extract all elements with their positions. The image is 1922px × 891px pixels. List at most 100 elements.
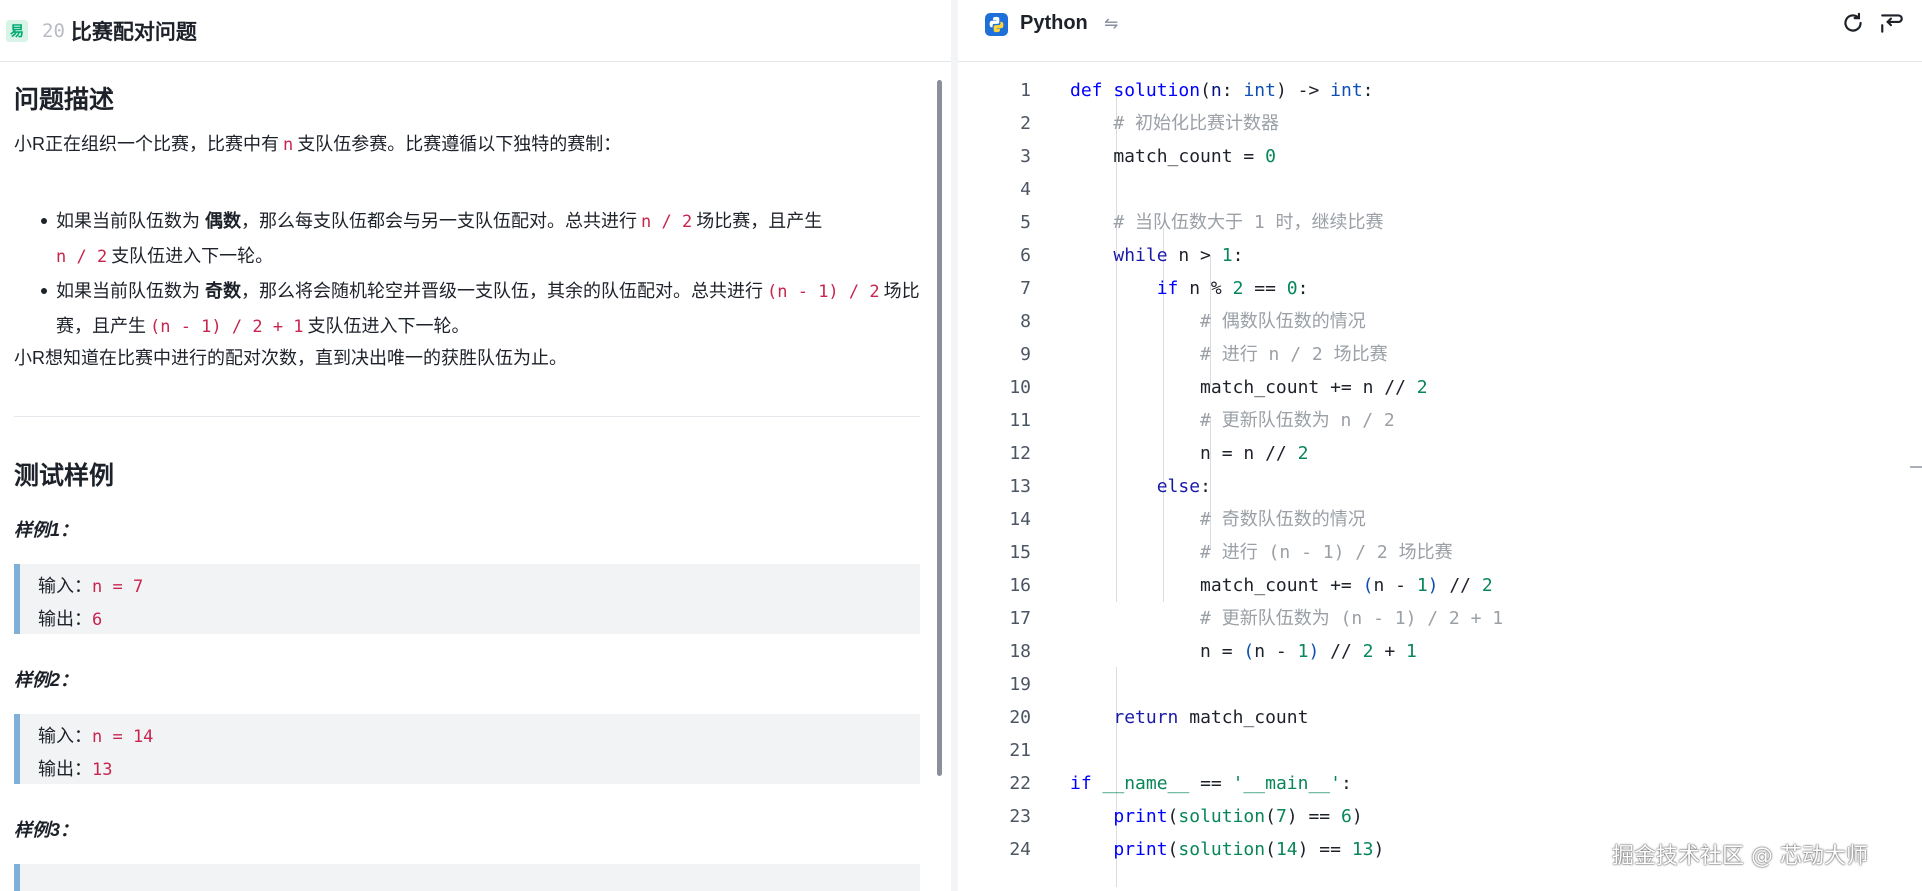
code-line: 17 # 更新队伍数为 (n - 1) / 2 + 1 — [958, 602, 1922, 635]
sample-output-value: 13 — [92, 760, 113, 780]
sample-output: 输出：13 — [38, 753, 920, 786]
code-comment: # 更新队伍数为 (n - 1) / 2 + 1 — [1200, 608, 1504, 629]
code-line: 1 def solution(n: int) -> int: — [958, 74, 1922, 107]
intro-text: 支队伍参赛。比赛遵循以下独特的赛制： — [297, 134, 622, 154]
code-line: 12 n = n // 2 — [958, 437, 1922, 470]
line-number: 14 — [1009, 509, 1031, 530]
inline-code: n / 2 — [641, 212, 693, 232]
line-number: 16 — [1009, 575, 1031, 596]
code-comment: # 偶数队伍数的情况 — [1200, 311, 1366, 332]
code-line: 8 # 偶数队伍数的情况 — [958, 305, 1922, 338]
code-line: 10 match_count += n // 2 — [958, 371, 1922, 404]
code-line: 9 # 进行 n / 2 场比赛 — [958, 338, 1922, 371]
rule-odd: 如果当前队伍数为 奇数，那么将会随机轮空并晋级一支队伍，其余的队伍配对。总共进行… — [41, 274, 920, 344]
editor-toolbar: Python ⇋ — [958, 0, 1922, 62]
code-comment: # 初始化比赛计数器 — [1113, 113, 1280, 134]
line-number: 15 — [1009, 542, 1031, 563]
scrollbar-marker[interactable] — [1910, 466, 1922, 468]
code-line: 15 # 进行 (n - 1) / 2 场比赛 — [958, 536, 1922, 569]
code-comment: # 奇数队伍数的情况 — [1200, 509, 1366, 530]
code-comment: # 进行 n / 2 场比赛 — [1200, 344, 1388, 365]
sample-box: 输入：n = 7 输出：6 — [14, 564, 920, 634]
rule-text: 场比赛，且产生 — [696, 211, 823, 231]
reset-icon[interactable] — [1840, 10, 1866, 36]
code-line: 13 else: — [958, 470, 1922, 503]
python-icon — [985, 13, 1008, 36]
code-line: 2 # 初始化比赛计数器 — [958, 107, 1922, 140]
input-label: 输入： — [38, 576, 92, 596]
inline-code: (n - 1) / 2 — [767, 282, 880, 302]
line-number: 3 — [1020, 146, 1031, 167]
code-line: 21 — [958, 734, 1922, 767]
scrollbar-thumb[interactable] — [937, 80, 942, 776]
rule-text: ，那么将会随机轮空并晋级一支队伍，其余的队伍配对。总共进行 — [241, 281, 764, 301]
section-divider — [14, 416, 920, 417]
code-line: 5 # 当队伍数大于 1 时，继续比赛 — [958, 206, 1922, 239]
input-label: 输入： — [38, 726, 92, 746]
code-line: 22 if __name__ == '__main__': — [958, 767, 1922, 800]
line-number: 2 — [1020, 113, 1031, 134]
format-icon[interactable] — [1879, 10, 1905, 36]
line-number: 4 — [1020, 179, 1031, 200]
description-outro: 小R想知道在比赛中进行的配对次数，直到决出唯一的获胜队伍为止。 — [14, 348, 567, 368]
sample-output: 输出：6 — [38, 603, 920, 636]
sample-input-value: n = 7 — [92, 577, 144, 597]
code-comment: # 进行 (n - 1) / 2 场比赛 — [1200, 542, 1453, 563]
problem-pane: 易 20 比赛配对问题 问题描述 小R正在组织一个比赛，比赛中有 n 支队伍参赛。比… — [0, 0, 951, 891]
sample-box: 输入：n = 14 输出：13 — [14, 714, 920, 784]
line-number: 17 — [1009, 608, 1031, 629]
line-number: 22 — [1009, 773, 1031, 794]
line-number: 12 — [1009, 443, 1031, 464]
description-heading: 问题描述 — [14, 86, 115, 114]
line-number: 8 — [1020, 311, 1031, 332]
watermark: 掘金技术社区 @ 芯动大师 — [1612, 844, 1868, 869]
line-number: 7 — [1020, 278, 1031, 299]
code-line: 16 match_count += (n - 1) // 2 — [958, 569, 1922, 602]
code-line: 14 # 奇数队伍数的情况 — [958, 503, 1922, 536]
rule-text: ，那么每支队伍都会与另一支队伍配对。总共进行 — [241, 211, 638, 231]
line-number: 1 — [1020, 80, 1031, 101]
problem-title: 比赛配对问题 — [70, 20, 197, 44]
rule-even: 如果当前队伍数为 偶数，那么每支队伍都会与另一支队伍配对。总共进行 n / 2 场比… — [41, 204, 920, 274]
description-intro: 小R正在组织一个比赛，比赛中有 n 支队伍参赛。比赛遵循以下独特的赛制： — [14, 128, 920, 162]
sample-label: 样例1： — [14, 520, 79, 540]
sample-input-value: n = 14 — [92, 727, 154, 747]
difficulty-badge: 易 — [6, 19, 28, 42]
sample-label: 样例2： — [14, 670, 79, 690]
line-number: 23 — [1009, 806, 1031, 827]
problem-number: 20 — [42, 19, 65, 42]
line-number: 21 — [1009, 740, 1031, 761]
output-label: 输出： — [38, 759, 92, 779]
code-comment: # 当队伍数大于 1 时，继续比赛 — [1113, 212, 1384, 233]
line-number: 9 — [1020, 344, 1031, 365]
line-number: 5 — [1020, 212, 1031, 233]
line-number: 18 — [1009, 641, 1031, 662]
problem-header: 易 20 比赛配对问题 — [0, 0, 951, 62]
sample-input: 输入：n = 14 — [38, 720, 920, 753]
line-number: 6 — [1020, 245, 1031, 266]
code-line: 11 # 更新队伍数为 n / 2 — [958, 404, 1922, 437]
code-comment: # 更新队伍数为 n / 2 — [1200, 410, 1395, 431]
language-selector[interactable]: Python — [1020, 12, 1088, 35]
inline-code: n / 2 — [56, 247, 108, 267]
code-line: 18 n = (n - 1) // 2 + 1 — [958, 635, 1922, 668]
code-line: 7 if n % 2 == 0: — [958, 272, 1922, 305]
line-number: 24 — [1009, 839, 1031, 860]
rule-text: 如果当前队伍数为 — [56, 211, 200, 231]
code-editor-pane: Python ⇋ 1 def solution(n: int) -> int: 2… — [958, 0, 1922, 891]
rule-bold: 奇数 — [205, 281, 242, 301]
output-label: 输出： — [38, 609, 92, 629]
samples-heading: 测试样例 — [14, 462, 115, 490]
line-number: 10 — [1009, 377, 1031, 398]
rules-list: 如果当前队伍数为 偶数，那么每支队伍都会与另一支队伍配对。总共进行 n / 2 场比… — [41, 204, 920, 344]
code-line: 4 — [958, 173, 1922, 206]
line-number: 13 — [1009, 476, 1031, 497]
code-line: 19 — [958, 668, 1922, 701]
inline-code: n — [283, 135, 294, 155]
rule-text: 支队伍进入下一轮。 — [111, 246, 274, 266]
code-line: 20 return match_count — [958, 701, 1922, 734]
rule-text: 支队伍进入下一轮。 — [307, 316, 470, 336]
line-number: 19 — [1009, 674, 1031, 695]
swap-icon[interactable]: ⇋ — [1104, 14, 1118, 34]
line-number: 20 — [1009, 707, 1031, 728]
